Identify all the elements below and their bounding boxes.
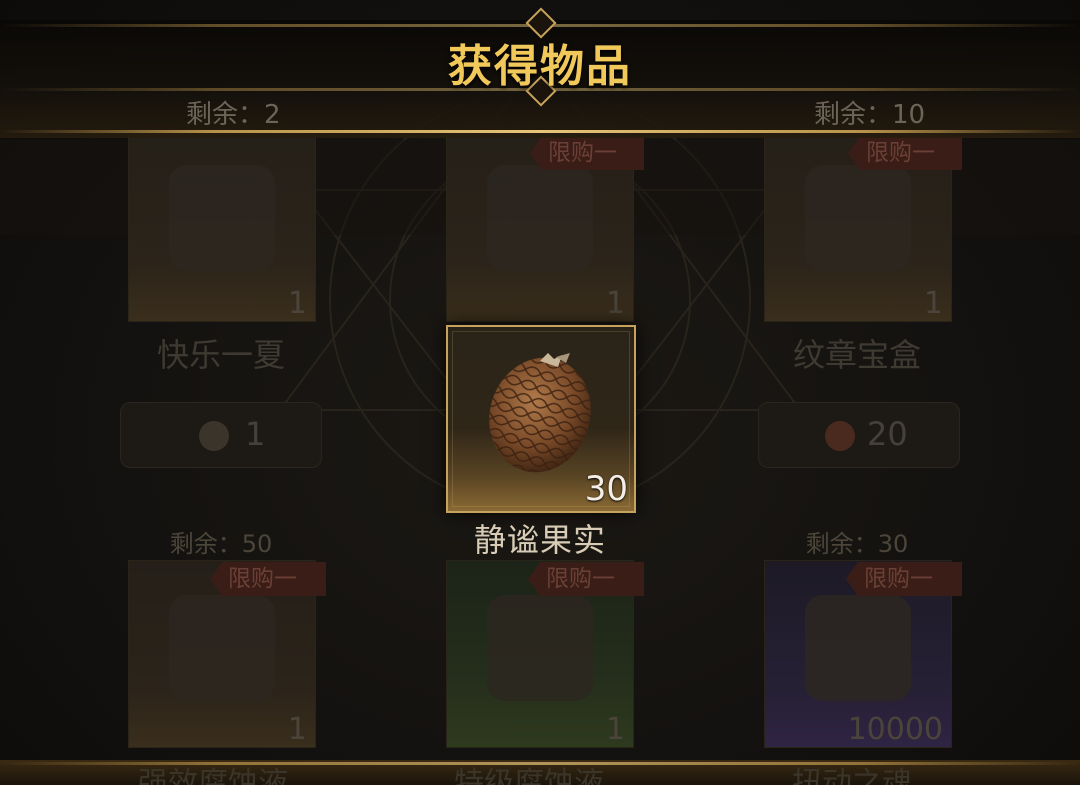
reward-popup-screen: 1 快乐一夏 1 1 限购一次 1 限购一次 纹章宝盒 20 剩余：50 1	[0, 0, 1080, 785]
potion-icon	[169, 595, 275, 701]
reward-item-frame[interactable]: 30	[446, 325, 636, 513]
chest-icon	[169, 165, 275, 271]
limit-once-ribbon: 限购一次	[846, 562, 962, 596]
reward-quantity: 30	[584, 469, 628, 509]
item-quantity: 1	[605, 712, 625, 747]
limit-once-ribbon: 限购一次	[210, 562, 326, 596]
price-label: 20	[867, 415, 908, 453]
limit-once-ribbon: 限购一次	[528, 562, 644, 596]
remaining-count: 剩余：10	[814, 100, 926, 130]
price-label: 1	[245, 415, 266, 453]
limit-once-ribbon: 限购一次	[530, 136, 644, 170]
item-name: 纹章宝盒	[792, 336, 921, 374]
buy-button[interactable]: 20	[758, 402, 960, 468]
remaining-count: 剩余：2	[186, 100, 281, 130]
item-quantity: 1	[287, 286, 307, 321]
soul-icon	[805, 595, 911, 701]
item-name: 快乐一夏	[156, 336, 285, 374]
item-quantity: 1	[287, 712, 307, 747]
item-name: 扭动之魂	[792, 766, 912, 785]
item-frame: 1	[128, 130, 316, 322]
remaining-count: 剩余：30	[805, 530, 909, 558]
item-quantity: 10000	[847, 712, 943, 747]
item-name: 特级腐蚀液	[454, 766, 604, 785]
remaining-count: 剩余：50	[169, 530, 273, 558]
limit-once-ribbon: 限购一次	[848, 136, 962, 170]
reward-item-name: 静谧果实	[473, 521, 606, 559]
currency-icon	[825, 421, 855, 451]
popup-title: 获得物品	[448, 41, 632, 92]
pouch-icon	[487, 165, 593, 271]
currency-icon	[199, 421, 229, 451]
buy-button[interactable]: 1	[120, 402, 322, 468]
item-quantity: 1	[923, 286, 943, 321]
potion-icon	[487, 595, 593, 701]
item-name: 强效腐蚀液	[138, 766, 288, 785]
item-quantity: 1	[605, 286, 625, 321]
treasure-box-icon	[805, 165, 911, 271]
